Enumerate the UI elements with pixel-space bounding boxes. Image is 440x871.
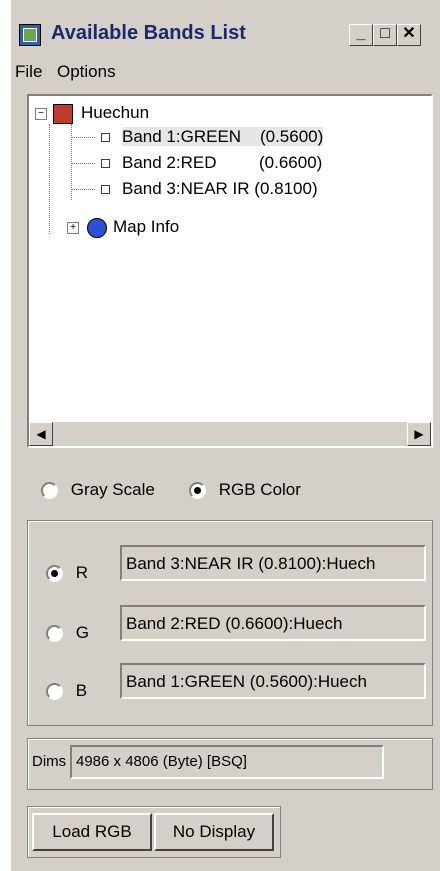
gray-scale-option[interactable]: Gray Scale <box>41 480 155 500</box>
r-band-field[interactable]: Band 3:NEAR IR (0.8100):Huech <box>120 545 426 581</box>
tree-line <box>71 137 95 138</box>
no-display-button[interactable]: No Display <box>154 813 274 851</box>
map-info-label: Map Info <box>113 217 180 236</box>
file-icon <box>53 103 73 124</box>
b-radio[interactable] <box>46 683 63 701</box>
dims-field: 4986 x 4806 (Byte) [BSQ] <box>70 745 384 779</box>
tree-map-info[interactable]: Map Info <box>87 216 179 238</box>
g-band-field[interactable]: Band 2:RED (0.6600):Huech <box>120 605 426 641</box>
button-group: Load RGB No Display <box>27 806 281 858</box>
g-label: G <box>75 623 89 642</box>
expand-icon[interactable]: + <box>67 222 79 234</box>
window-title: Available Bands List <box>51 22 246 44</box>
maximize-button[interactable]: □ <box>373 24 397 46</box>
g-option[interactable]: G <box>46 623 89 643</box>
collapse-icon[interactable]: − <box>35 108 47 120</box>
tree-line <box>71 189 95 190</box>
menu-options[interactable]: Options <box>57 62 116 82</box>
app-icon <box>19 24 41 46</box>
tree-line <box>49 124 50 234</box>
band-3-label[interactable]: Band 3:NEAR IR (0.8100) <box>122 179 318 198</box>
rgb-color-option[interactable]: RGB Color <box>189 480 301 500</box>
tree-line <box>71 163 95 164</box>
rgb-band-group: R Band 3:NEAR IR (0.8100):Huech G Band 2… <box>27 520 433 726</box>
r-option[interactable]: R <box>46 563 88 583</box>
load-rgb-button[interactable]: Load RGB <box>32 813 152 851</box>
minimize-button[interactable]: _ <box>349 24 373 46</box>
close-button[interactable]: ✕ <box>397 24 421 46</box>
menu-file[interactable]: File <box>15 62 42 82</box>
band-icon <box>101 133 110 143</box>
rgb-color-radio[interactable] <box>189 482 206 500</box>
horizontal-scrollbar[interactable]: ◀ ▶ <box>29 422 431 446</box>
band-icon <box>101 159 110 169</box>
tree-band-3[interactable]: Band 3:NEAR IR (0.8100) <box>101 178 318 200</box>
band-icon <box>101 185 110 195</box>
dims-group: Dims 4986 x 4806 (Byte) [BSQ] <box>27 738 433 790</box>
scroll-right-button[interactable]: ▶ <box>407 422 431 446</box>
band-2-label[interactable]: Band 2:RED (0.6600) <box>122 153 322 172</box>
gray-scale-radio[interactable] <box>41 482 58 500</box>
available-bands-window: Available Bands List _ □ ✕ File Options … <box>10 0 440 871</box>
scroll-left-button[interactable]: ◀ <box>29 422 53 446</box>
tree-band-1[interactable]: Band 1:GREEN (0.5600) <box>101 126 324 148</box>
r-label: R <box>75 563 89 582</box>
bands-tree[interactable]: − Huechun Band 1:GREEN (0.5600) Band 2:R… <box>27 94 433 448</box>
globe-icon <box>87 217 107 238</box>
b-option[interactable]: B <box>46 681 87 701</box>
dims-label: Dims <box>32 753 67 770</box>
b-band-field[interactable]: Band 1:GREEN (0.5600):Huech <box>120 663 426 699</box>
tree-band-2[interactable]: Band 2:RED (0.6600) <box>101 152 322 174</box>
tree-root-label: Huechun <box>81 103 150 122</box>
gray-scale-label: Gray Scale <box>70 480 155 499</box>
band-1-label[interactable]: Band 1:GREEN (0.5600) <box>122 127 324 146</box>
tree-root[interactable]: Huechun <box>53 102 149 124</box>
r-radio[interactable] <box>46 565 63 583</box>
g-radio[interactable] <box>46 625 63 643</box>
rgb-color-label: RGB Color <box>218 480 301 499</box>
b-label: B <box>75 681 88 700</box>
title-bar[interactable]: Available Bands List _ □ ✕ <box>11 14 440 54</box>
